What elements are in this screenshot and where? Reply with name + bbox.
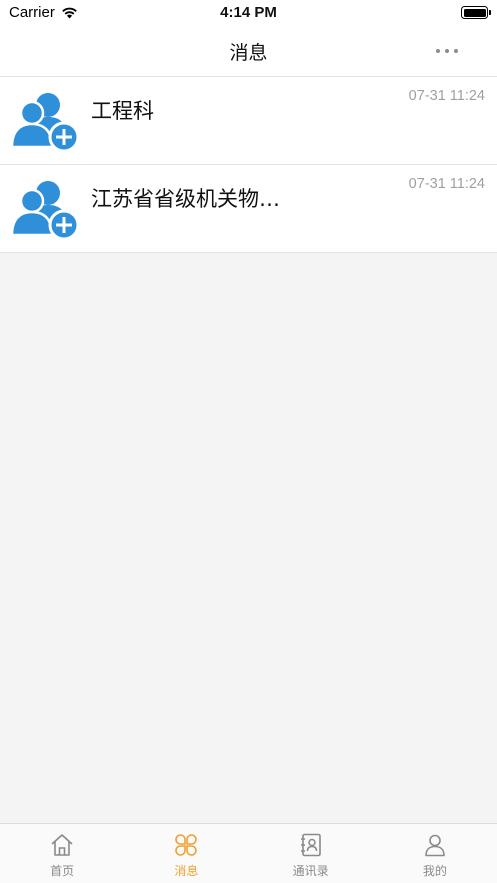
conversation-list: 工程科 07-31 11:24 江苏省省级机关物… 07-31 11:24 [0, 77, 497, 253]
tab-label: 消息 [174, 864, 199, 878]
tab-label: 我的 [422, 864, 447, 878]
conversation-name: 工程科 [91, 99, 154, 123]
tab-home[interactable]: 首页 [0, 824, 124, 883]
person-icon [425, 834, 445, 857]
status-bar: Carrier 4:14 PM [0, 0, 497, 26]
contacts-book-icon [300, 833, 321, 857]
tab-label: 首页 [50, 864, 75, 878]
tab-contacts[interactable]: 通讯录 [249, 824, 373, 883]
battery-icon [461, 6, 491, 19]
conversation-name: 江苏省省级机关物… [91, 187, 280, 211]
group-add-icon [10, 93, 80, 153]
home-icon [51, 834, 73, 856]
conversation-time: 07-31 11:24 [408, 88, 485, 104]
tab-messages[interactable]: 消息 [124, 824, 248, 883]
status-time: 4:14 PM [220, 4, 277, 21]
conversation-row[interactable]: 江苏省省级机关物… 07-31 11:24 [0, 165, 497, 253]
nav-bar: 消息 [0, 26, 497, 77]
group-add-icon [10, 181, 80, 241]
message-clover-icon [175, 834, 198, 856]
tab-profile[interactable]: 我的 [373, 824, 497, 883]
conversation-time: 07-31 11:24 [408, 176, 485, 192]
page-title: 消息 [229, 42, 268, 64]
tab-bar: 首页 消息 通讯录 我的 [0, 823, 497, 883]
more-button[interactable] [427, 40, 467, 62]
more-dots-icon [436, 49, 458, 53]
tab-label: 通讯录 [292, 864, 329, 878]
conversation-row[interactable]: 工程科 07-31 11:24 [0, 77, 497, 165]
